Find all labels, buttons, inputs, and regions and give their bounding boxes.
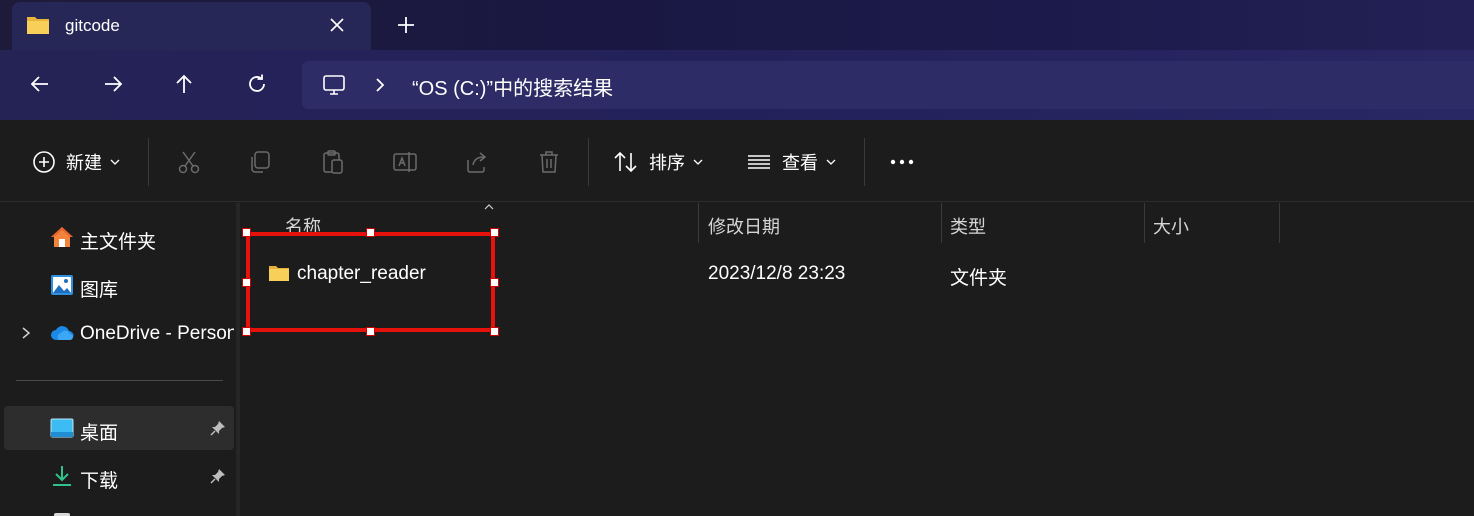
sidebar-item-desktop[interactable]: 桌面: [4, 406, 234, 450]
sidebar-item-gallery[interactable]: 图库: [0, 263, 234, 307]
toolbar-divider: [588, 138, 589, 186]
column-header-type[interactable]: 类型: [950, 213, 986, 239]
file-type: 文件夹: [950, 268, 1008, 289]
up-arrow-icon[interactable]: [172, 72, 196, 96]
resize-handle: [490, 327, 499, 336]
sidebar-item-label: 桌面: [80, 423, 119, 444]
resize-handle: [490, 228, 499, 237]
pin-icon[interactable]: [210, 420, 226, 436]
pin-icon[interactable]: [210, 468, 226, 484]
sidebar-item-label: 下载: [80, 471, 119, 492]
close-icon[interactable]: [328, 16, 346, 34]
new-label: 新建: [66, 153, 102, 173]
sidebar-item-onedrive[interactable]: OneDrive - Personal: [0, 311, 234, 355]
download-icon: [53, 466, 71, 486]
chevron-down-icon: [110, 159, 120, 165]
share-icon[interactable]: [463, 148, 491, 176]
computer-icon: [323, 75, 345, 95]
column-divider[interactable]: [941, 203, 942, 243]
column-divider[interactable]: [1279, 203, 1280, 243]
new-tab-plus-icon[interactable]: [395, 14, 417, 36]
sidebar-item-downloads[interactable]: 下载: [0, 454, 234, 498]
navigation-bar: “OS (C:)”中的搜索结果: [0, 50, 1474, 120]
sort-icon: [614, 151, 637, 173]
toolbar-divider: [864, 138, 865, 186]
resize-handle: [242, 327, 251, 336]
rename-icon[interactable]: [391, 148, 419, 176]
toolbar-divider: [148, 138, 149, 186]
folder-icon: [27, 17, 49, 34]
tab-gitcode[interactable]: gitcode: [12, 2, 371, 50]
title-bar: gitcode: [0, 0, 1474, 50]
view-list-icon: [748, 155, 770, 169]
chevron-right-icon[interactable]: [372, 76, 388, 94]
onedrive-icon: [51, 326, 74, 340]
chevron-down-icon: [693, 159, 703, 165]
resize-handle: [366, 228, 375, 237]
document-icon: [54, 513, 70, 516]
sidebar-item-home[interactable]: 主文件夹: [0, 215, 234, 259]
command-toolbar: 新建 排序 查看: [0, 120, 1474, 202]
new-button[interactable]: 新建: [32, 148, 120, 176]
address-bar[interactable]: “OS (C:)”中的搜索结果: [302, 61, 1474, 109]
resize-handle: [242, 278, 251, 287]
column-divider[interactable]: [1144, 203, 1145, 243]
selection-annotation-box: [246, 232, 495, 332]
forward-arrow-icon[interactable]: [101, 72, 125, 96]
tab-title: gitcode: [65, 16, 120, 35]
navigation-pane: 主文件夹 图库 OneDrive - Personal: [0, 203, 236, 516]
column-divider[interactable]: [698, 203, 699, 243]
chevron-right-icon[interactable]: [20, 326, 32, 340]
paste-icon[interactable]: [319, 148, 347, 176]
sidebar-item-label: 图库: [80, 280, 119, 301]
copy-icon[interactable]: [246, 148, 274, 176]
resize-handle: [242, 228, 251, 237]
sort-ascending-icon: [484, 204, 494, 210]
column-header-size[interactable]: 大小: [1153, 213, 1189, 239]
view-button[interactable]: 查看: [746, 148, 836, 176]
sidebar-item-label: OneDrive - Personal: [80, 323, 234, 344]
chevron-down-icon: [826, 159, 836, 165]
sort-button[interactable]: 排序: [613, 148, 703, 176]
sort-label: 排序: [649, 153, 685, 173]
gallery-icon: [51, 275, 73, 295]
sidebar-item-label: 主文件夹: [80, 232, 157, 253]
address-path-text: “OS (C:)”中的搜索结果: [412, 78, 614, 100]
home-icon: [51, 227, 73, 247]
desktop-icon: [50, 418, 74, 438]
refresh-icon[interactable]: [245, 72, 269, 96]
plus-circle-icon: [33, 151, 55, 173]
more-options-icon[interactable]: [888, 148, 916, 176]
resize-handle: [366, 327, 375, 336]
cut-icon[interactable]: [175, 148, 203, 176]
back-arrow-icon[interactable]: [28, 72, 52, 96]
resize-handle: [490, 278, 499, 287]
file-modified-date: 2023/12/8 23:23: [708, 263, 846, 284]
delete-icon[interactable]: [535, 148, 563, 176]
column-header-modified[interactable]: 修改日期: [708, 213, 780, 239]
sidebar-divider: [16, 380, 223, 381]
view-label: 查看: [782, 153, 818, 173]
